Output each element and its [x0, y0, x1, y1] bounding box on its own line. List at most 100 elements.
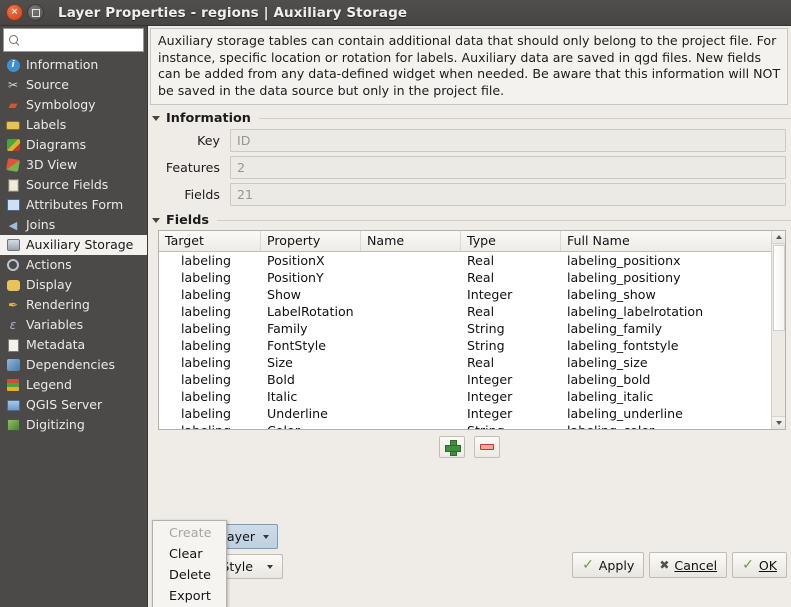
- sidebar-item-display[interactable]: Display: [0, 275, 147, 295]
- 3d-view-icon: [5, 157, 21, 173]
- table-row[interactable]: labelingItalicIntegerlabeling_italic: [159, 388, 785, 405]
- cell-full-name: labeling_size: [561, 355, 785, 370]
- fields-section-header[interactable]: Fields: [152, 213, 791, 228]
- dialog-bottom-bar: Auxiliary Layer Style ✓ Apply ✖ Cancel ✓: [148, 492, 791, 607]
- remove-field-button[interactable]: [474, 436, 500, 458]
- sidebar-item-symbology[interactable]: ▰Symbology: [0, 95, 147, 115]
- cell-type: Real: [461, 355, 561, 370]
- sidebar-item-legend[interactable]: Legend: [0, 375, 147, 395]
- maximize-icon[interactable]: [27, 4, 44, 21]
- menu-item-export[interactable]: Export: [153, 586, 226, 607]
- ok-button[interactable]: ✓ OK: [732, 552, 787, 578]
- information-value-field[interactable]: ID: [230, 129, 786, 152]
- cell-property: LabelRotation: [261, 304, 361, 319]
- sidebar-item-joins[interactable]: ◀Joins: [0, 215, 147, 235]
- information-value-field[interactable]: 2: [230, 156, 786, 179]
- sidebar-item-dependencies[interactable]: Dependencies: [0, 355, 147, 375]
- sidebar-item-digitizing[interactable]: Digitizing: [0, 415, 147, 435]
- scrollbar-thumb[interactable]: [773, 245, 785, 331]
- sidebar-item-label: Symbology: [26, 99, 96, 112]
- column-header-property[interactable]: Property: [261, 231, 361, 251]
- source-icon: ✂: [5, 77, 21, 93]
- fields-table-scrollbar[interactable]: [771, 231, 785, 429]
- search-input[interactable]: [24, 33, 139, 47]
- table-row[interactable]: labelingPositionYReallabeling_positiony: [159, 269, 785, 286]
- menu-item-create: Create: [153, 523, 226, 544]
- chevron-down-icon: [267, 565, 273, 569]
- column-header-full-name[interactable]: Full Name: [561, 231, 785, 251]
- cell-full-name: labeling_underline: [561, 406, 785, 421]
- cell-full-name: labeling_color: [561, 423, 785, 430]
- sidebar: iInformation✂Source▰SymbologyLabelsDiagr…: [0, 26, 148, 607]
- sidebar-item-rendering[interactable]: ✒Rendering: [0, 295, 147, 315]
- cell-full-name: labeling_labelrotation: [561, 304, 785, 319]
- metadata-icon: [5, 337, 21, 353]
- column-header-type[interactable]: Type: [461, 231, 561, 251]
- title-bar: × Layer Properties - regions | Auxiliary…: [0, 0, 791, 26]
- column-header-target[interactable]: Target: [159, 231, 261, 251]
- sidebar-item-label: Display: [26, 279, 72, 292]
- check-icon: ✓: [742, 558, 754, 572]
- fields-section-title: Fields: [166, 213, 209, 228]
- sidebar-item-qgis-server[interactable]: QGIS Server: [0, 395, 147, 415]
- column-header-name[interactable]: Name: [361, 231, 461, 251]
- cancel-label: Cancel: [674, 558, 717, 573]
- sidebar-item-diagrams[interactable]: Diagrams: [0, 135, 147, 155]
- sidebar-item-label: Auxiliary Storage: [26, 239, 133, 252]
- rendering-icon: ✒: [5, 297, 21, 313]
- menu-item-delete[interactable]: Delete: [153, 565, 226, 586]
- cancel-button[interactable]: ✖ Cancel: [649, 552, 727, 578]
- table-row[interactable]: labelingLabelRotationReallabeling_labelr…: [159, 303, 785, 320]
- cell-target: labeling: [159, 372, 261, 387]
- menu-item-clear[interactable]: Clear: [153, 544, 226, 565]
- cell-target: labeling: [159, 423, 261, 430]
- info-icon: i: [5, 57, 21, 73]
- sidebar-item-variables[interactable]: εVariables: [0, 315, 147, 335]
- cell-type: Integer: [461, 372, 561, 387]
- scroll-up-arrow-icon[interactable]: [772, 231, 785, 244]
- table-row[interactable]: labelingSizeReallabeling_size: [159, 354, 785, 371]
- cell-type: Integer: [461, 389, 561, 404]
- sidebar-item-3d-view[interactable]: 3D View: [0, 155, 147, 175]
- table-row[interactable]: labelingFamilyStringlabeling_family: [159, 320, 785, 337]
- maximize-square: [32, 9, 40, 17]
- add-field-button[interactable]: [439, 436, 465, 458]
- search-box[interactable]: [3, 28, 144, 52]
- apply-button[interactable]: ✓ Apply: [572, 552, 644, 578]
- information-rows: KeyIDFeatures2Fields21: [148, 128, 791, 207]
- sidebar-item-labels[interactable]: Labels: [0, 115, 147, 135]
- information-label: Key: [158, 133, 230, 148]
- labels-icon: [5, 117, 21, 133]
- chevron-down-icon: [263, 535, 269, 539]
- cell-property: Family: [261, 321, 361, 336]
- table-row[interactable]: labelingBoldIntegerlabeling_bold: [159, 371, 785, 388]
- cell-full-name: labeling_positionx: [561, 253, 785, 268]
- sidebar-item-auxiliary-storage[interactable]: Auxiliary Storage: [0, 235, 147, 255]
- search-icon: [8, 34, 21, 47]
- cell-property: FontStyle: [261, 338, 361, 353]
- apply-label: Apply: [599, 558, 635, 573]
- information-value-field[interactable]: 21: [230, 183, 786, 206]
- sidebar-item-source-fields[interactable]: Source Fields: [0, 175, 147, 195]
- chevron-down-icon: [152, 218, 160, 223]
- chevron-down-icon: [152, 116, 160, 121]
- table-row[interactable]: labelingUnderlineIntegerlabeling_underli…: [159, 405, 785, 422]
- sidebar-item-actions[interactable]: Actions: [0, 255, 147, 275]
- sidebar-item-metadata[interactable]: Metadata: [0, 335, 147, 355]
- close-icon[interactable]: ×: [6, 4, 23, 21]
- window-title: Layer Properties - regions | Auxiliary S…: [58, 5, 407, 21]
- information-row: Features2: [158, 155, 786, 180]
- fields-table-buttons: [148, 436, 791, 458]
- table-row[interactable]: labelingPositionXReallabeling_positionx: [159, 252, 785, 269]
- sidebar-item-attributes-form[interactable]: Attributes Form: [0, 195, 147, 215]
- scroll-down-arrow-icon[interactable]: [772, 416, 785, 429]
- joins-icon: ◀: [5, 217, 21, 233]
- sidebar-item-information[interactable]: iInformation: [0, 55, 147, 75]
- fields-table[interactable]: TargetPropertyNameTypeFull Name labeling…: [158, 230, 786, 430]
- sidebar-item-source[interactable]: ✂Source: [0, 75, 147, 95]
- table-row[interactable]: labelingFontStyleStringlabeling_fontstyl…: [159, 337, 785, 354]
- display-icon: [5, 277, 21, 293]
- information-section-header[interactable]: Information: [152, 111, 791, 126]
- table-row[interactable]: labelingColorStringlabeling_color: [159, 422, 785, 430]
- table-row[interactable]: labelingShowIntegerlabeling_show: [159, 286, 785, 303]
